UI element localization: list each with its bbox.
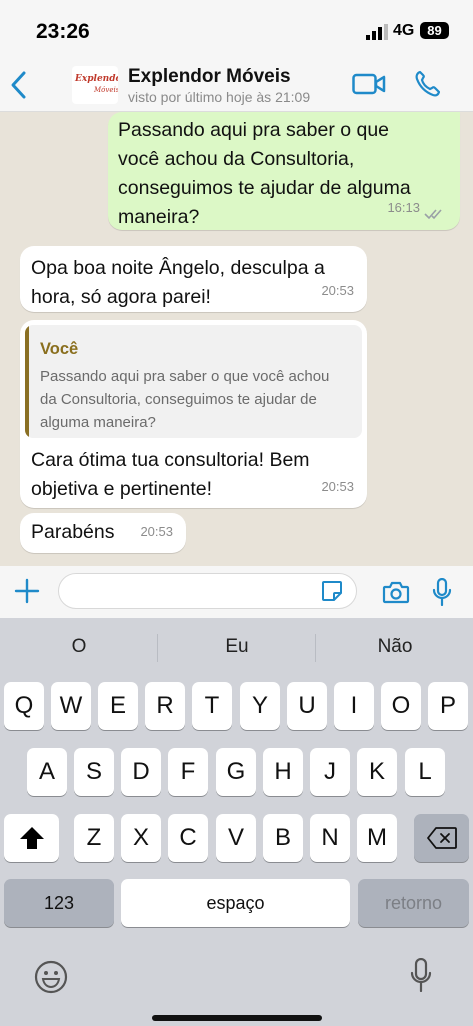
avatar-logo-line1: Explendor bbox=[75, 74, 118, 84]
shift-key[interactable] bbox=[4, 814, 59, 862]
suggestion-item[interactable]: O bbox=[0, 636, 158, 658]
key-p[interactable]: P bbox=[428, 682, 468, 730]
signal-strength-icon bbox=[366, 24, 388, 40]
keyboard: O Eu Não Q W E R T Y U I O P A S D F G H… bbox=[0, 618, 473, 1026]
key-g[interactable]: G bbox=[216, 748, 256, 796]
double-check-icon bbox=[424, 209, 442, 220]
key-b[interactable]: B bbox=[263, 814, 303, 862]
key-u[interactable]: U bbox=[287, 682, 327, 730]
key-y[interactable]: Y bbox=[240, 682, 280, 730]
status-bar: 23:26 4G 89 bbox=[0, 0, 473, 58]
key-w[interactable]: W bbox=[51, 682, 91, 730]
key-m[interactable]: M bbox=[357, 814, 397, 862]
key-c[interactable]: C bbox=[168, 814, 208, 862]
plus-attach-icon[interactable] bbox=[14, 578, 40, 604]
phone-call-icon[interactable] bbox=[414, 70, 440, 98]
key-s[interactable]: S bbox=[74, 748, 114, 796]
sticker-icon[interactable] bbox=[320, 579, 344, 603]
quoted-author: Você bbox=[40, 340, 79, 358]
emoji-icon[interactable] bbox=[34, 960, 68, 994]
message-input[interactable] bbox=[58, 573, 357, 609]
message-time: 20:53 bbox=[321, 479, 354, 494]
key-r[interactable]: R bbox=[145, 682, 185, 730]
message-text: Opa boa noite Ângelo, desculpa a hora, s… bbox=[31, 257, 325, 308]
contact-name[interactable]: Explendor Móveis bbox=[128, 66, 291, 88]
key-h[interactable]: H bbox=[263, 748, 303, 796]
back-chevron-icon[interactable] bbox=[8, 70, 30, 100]
shift-arrow-icon bbox=[19, 827, 44, 849]
avatar-logo-line2: Móveis bbox=[94, 86, 118, 94]
delete-key[interactable] bbox=[414, 814, 469, 862]
key-i[interactable]: I bbox=[334, 682, 374, 730]
backspace-icon bbox=[426, 827, 457, 849]
suggestion-bar: O Eu Não bbox=[0, 618, 473, 670]
home-indicator[interactable] bbox=[152, 1015, 322, 1021]
camera-icon[interactable] bbox=[382, 580, 410, 604]
last-seen-status: visto por último hoje às 21:09 bbox=[128, 89, 311, 105]
numbers-key[interactable]: 123 bbox=[4, 879, 114, 927]
microphone-icon[interactable] bbox=[432, 578, 452, 606]
key-v[interactable]: V bbox=[216, 814, 256, 862]
key-t[interactable]: T bbox=[192, 682, 232, 730]
contact-avatar[interactable]: Explendor Móveis bbox=[72, 66, 118, 104]
message-text: Parabéns bbox=[31, 521, 115, 543]
video-call-icon[interactable] bbox=[352, 72, 386, 96]
message-text: Passando aqui pra saber o que você achou… bbox=[118, 119, 411, 228]
key-a[interactable]: A bbox=[27, 748, 67, 796]
quoted-message[interactable]: Você Passando aqui pra saber o que você … bbox=[25, 325, 362, 438]
suggestion-item[interactable]: Não bbox=[316, 636, 473, 658]
chat-area[interactable]: Passando aqui pra saber o que você achou… bbox=[0, 112, 473, 566]
incoming-message[interactable]: Opa boa noite Ângelo, desculpa a hora, s… bbox=[20, 246, 367, 312]
message-time: 16:13 bbox=[387, 200, 420, 215]
key-z[interactable]: Z bbox=[74, 814, 114, 862]
key-n[interactable]: N bbox=[310, 814, 350, 862]
key-k[interactable]: K bbox=[357, 748, 397, 796]
return-key[interactable]: retorno bbox=[358, 879, 469, 927]
battery-indicator: 89 bbox=[420, 22, 449, 39]
chat-header: Explendor Móveis Explendor Móveis visto … bbox=[0, 58, 473, 112]
suggestion-item[interactable]: Eu bbox=[158, 636, 316, 658]
message-time: 20:53 bbox=[140, 524, 173, 539]
message-text: Cara ótima tua consultoria! Bem objetiva… bbox=[31, 449, 310, 500]
key-q[interactable]: Q bbox=[4, 682, 44, 730]
key-d[interactable]: D bbox=[121, 748, 161, 796]
key-l[interactable]: L bbox=[405, 748, 445, 796]
incoming-reply-message[interactable]: Você Passando aqui pra saber o que você … bbox=[20, 320, 367, 508]
status-time: 23:26 bbox=[36, 20, 90, 43]
key-o[interactable]: O bbox=[381, 682, 421, 730]
message-composer bbox=[0, 566, 473, 618]
network-type: 4G bbox=[393, 22, 415, 39]
quoted-text: Passando aqui pra saber o que você achou… bbox=[40, 368, 330, 431]
incoming-message[interactable]: Parabéns 20:53 bbox=[20, 513, 186, 553]
key-e[interactable]: E bbox=[98, 682, 138, 730]
key-f[interactable]: F bbox=[168, 748, 208, 796]
dictation-microphone-icon[interactable] bbox=[410, 958, 432, 992]
space-key[interactable]: espaço bbox=[121, 879, 350, 927]
key-j[interactable]: J bbox=[310, 748, 350, 796]
outgoing-message[interactable]: Passando aqui pra saber o que você achou… bbox=[108, 112, 460, 230]
message-time: 20:53 bbox=[321, 283, 354, 298]
key-x[interactable]: X bbox=[121, 814, 161, 862]
quote-bar bbox=[25, 325, 29, 438]
